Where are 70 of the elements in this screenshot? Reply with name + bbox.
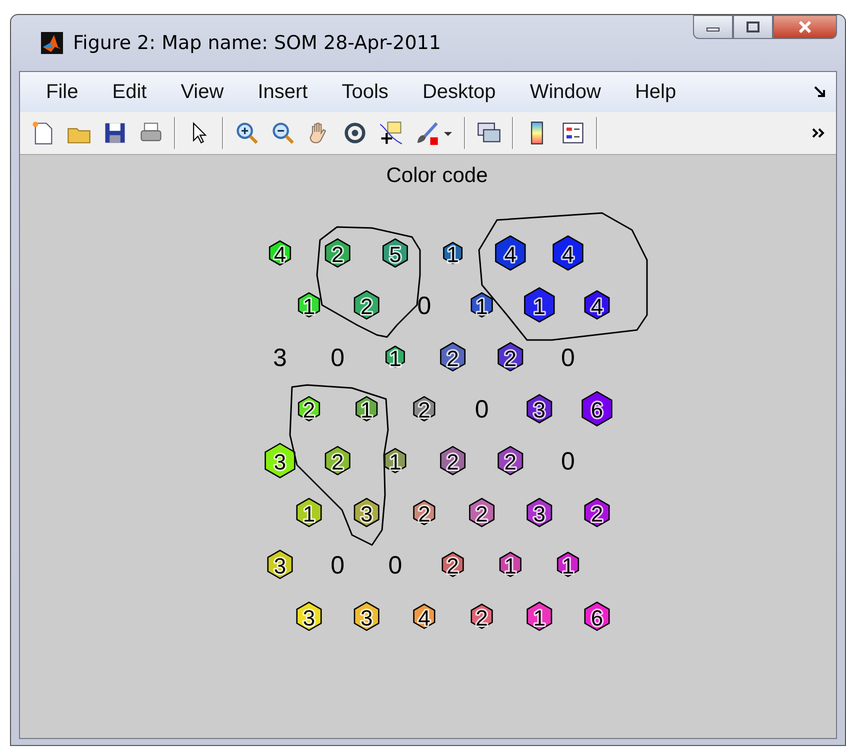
cell-label: 0 xyxy=(330,551,345,580)
data-cursor-icon[interactable] xyxy=(378,120,404,146)
map-unit: 3 xyxy=(296,602,322,632)
map-unit: 3 xyxy=(264,442,296,478)
menu-item[interactable]: Window xyxy=(516,80,615,104)
map-unit: 4 xyxy=(495,235,526,271)
map-unit: 2 xyxy=(469,498,495,528)
menu-item[interactable]: Help xyxy=(620,80,690,104)
map-unit: 2 xyxy=(498,446,524,476)
cell-label: 0 xyxy=(388,551,402,580)
menu-item[interactable]: Edit xyxy=(98,80,161,104)
window-title: Figure 2: Map name: SOM 28-Apr-2011 xyxy=(73,32,441,54)
overflow-chevron-icon[interactable] xyxy=(812,127,826,139)
map-unit: 5 xyxy=(382,238,408,268)
cell-label: 3 xyxy=(273,344,287,372)
map-unit: 1 xyxy=(298,292,320,319)
map-unit: 3 xyxy=(526,394,552,424)
map-unit: 1 xyxy=(526,602,552,632)
map-unit: 2 xyxy=(442,552,464,578)
maximize-button[interactable] xyxy=(733,15,773,39)
map-unit: 2 xyxy=(498,342,524,372)
map-unit: 1 xyxy=(384,448,406,475)
dock-arrow-icon[interactable] xyxy=(814,86,826,98)
map-unit: 1 xyxy=(385,346,405,371)
cell-label: 0 xyxy=(417,292,432,320)
map-unit: 2 xyxy=(298,396,320,423)
menu-item[interactable]: File xyxy=(32,80,92,104)
map-unit: 4 xyxy=(584,290,610,320)
map-unit: 4 xyxy=(268,240,292,267)
zoom-out-icon[interactable] xyxy=(270,120,296,146)
cell-label: 0 xyxy=(561,344,575,372)
menu-item[interactable]: Desktop xyxy=(408,80,510,104)
brush-icon[interactable] xyxy=(414,120,440,146)
map-unit: 6 xyxy=(584,602,610,632)
cell-label: 0 xyxy=(474,396,489,424)
legend-icon[interactable] xyxy=(560,120,586,146)
map-unit: 1 xyxy=(296,498,322,528)
map-unit: 3 xyxy=(354,498,380,528)
close-button[interactable] xyxy=(773,15,837,39)
map-unit: 2 xyxy=(354,290,380,320)
maximize-icon xyxy=(746,21,760,33)
menu-item[interactable]: Tools xyxy=(328,80,402,104)
map-unit: 6 xyxy=(582,390,612,426)
map-unit: 1 xyxy=(470,292,493,319)
cell-label: 0 xyxy=(561,448,575,476)
map-unit: 2 xyxy=(584,498,610,528)
map-unit: 3 xyxy=(526,498,552,528)
map-unit: 1 xyxy=(499,552,522,578)
cell-label: 0 xyxy=(330,344,345,372)
menu-item[interactable]: View xyxy=(166,80,238,104)
logo-icon xyxy=(41,32,63,54)
menu-item[interactable]: Insert xyxy=(244,80,322,104)
map-unit: 2 xyxy=(440,446,466,476)
map-unit: 3 xyxy=(267,550,293,580)
minimize-button[interactable] xyxy=(693,15,733,39)
map-unit: 2 xyxy=(324,238,350,268)
map-unit: 1 xyxy=(356,396,378,423)
map-unit: 2 xyxy=(413,500,436,526)
zoom-in-icon[interactable] xyxy=(234,120,260,146)
map-unit: 1 xyxy=(556,552,580,578)
map-unit: 4 xyxy=(413,604,436,630)
map-unit: 4 xyxy=(552,235,584,271)
map-unit: 2 xyxy=(324,446,350,476)
plot-title: Color code xyxy=(386,164,488,187)
close-icon xyxy=(798,21,812,33)
map-unit: 3 xyxy=(354,602,380,632)
map-unit: 2 xyxy=(470,604,493,630)
map-unit: 2 xyxy=(440,342,466,372)
map-unit: 2 xyxy=(413,396,436,423)
map-unit: 1 xyxy=(524,287,555,323)
